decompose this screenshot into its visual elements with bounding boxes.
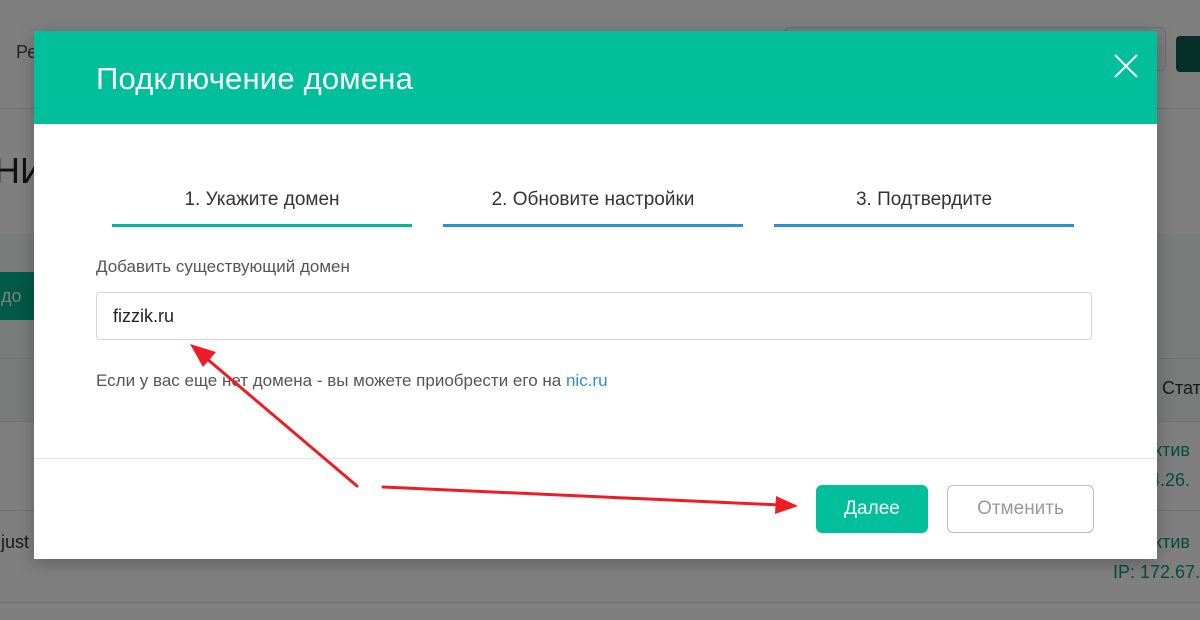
footer-divider — [34, 458, 1157, 459]
dialog-title: Подключение домена — [96, 61, 414, 96]
step-indicator-bar — [112, 224, 412, 227]
step-specify-domain[interactable]: 1. Укажите домен — [112, 189, 412, 227]
step-confirm[interactable]: 3. Подтвердите — [774, 189, 1074, 227]
nic-ru-link[interactable]: nic.ru — [566, 371, 608, 390]
purchase-hint: Если у вас еще нет домена - вы можете пр… — [96, 371, 608, 391]
step-label: 3. Подтвердите — [855, 189, 993, 210]
step-indicator-bar — [443, 224, 743, 227]
domain-input[interactable] — [96, 292, 1092, 340]
step-indicator-bar — [774, 224, 1074, 227]
wizard-steps: 1. Укажите домен 2. Обновите настройки 3… — [112, 189, 1075, 229]
next-button[interactable]: Далее — [816, 485, 928, 533]
close-icon — [1114, 54, 1138, 78]
close-button[interactable] — [1112, 52, 1140, 80]
step-label: 2. Обновите настройки — [491, 189, 695, 210]
domain-field-label: Добавить существующий домен — [96, 257, 350, 276]
dialog-header: Подключение домена — [34, 31, 1157, 124]
step-label: 1. Укажите домен — [184, 189, 340, 210]
hint-text: Если у вас еще нет домена - вы можете пр… — [96, 371, 566, 390]
connect-domain-dialog: Подключение домена 1. Укажите домен 2. О… — [34, 31, 1157, 559]
cancel-button[interactable]: Отменить — [947, 485, 1094, 533]
step-update-settings[interactable]: 2. Обновите настройки — [443, 189, 743, 227]
